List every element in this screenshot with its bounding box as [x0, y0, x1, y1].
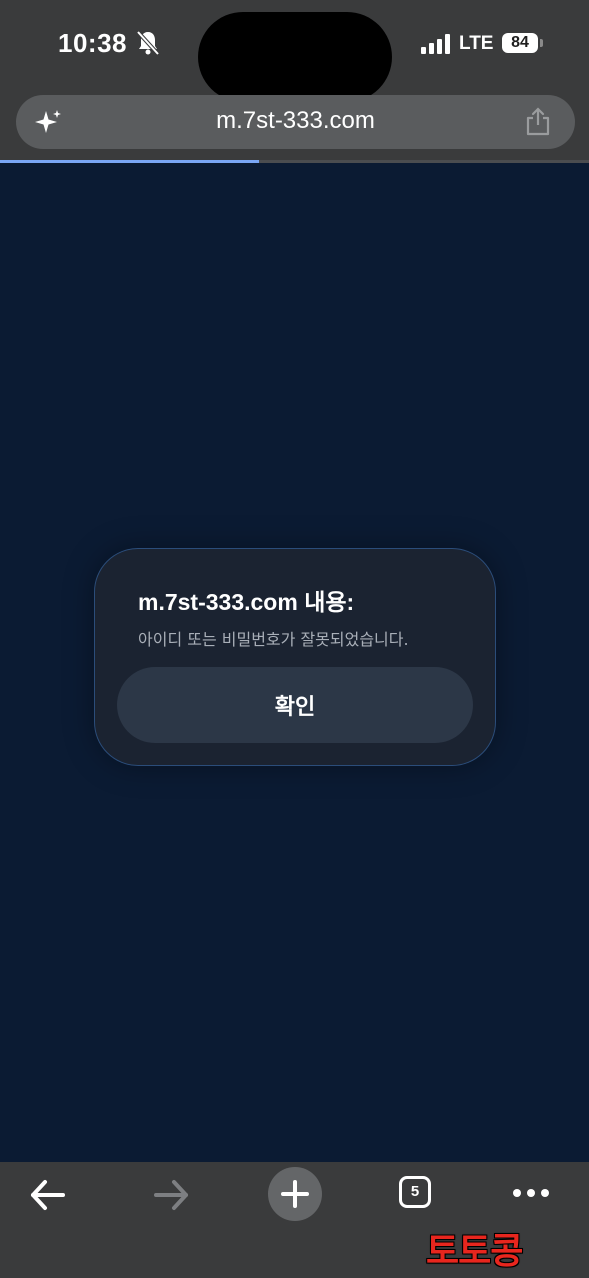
status-time: 10:38	[58, 28, 127, 58]
ok-button[interactable]: 확인	[117, 667, 473, 743]
tab-switcher-button[interactable]: 5	[399, 1176, 431, 1208]
battery-tip	[540, 39, 543, 47]
url-text[interactable]: m.7st-333.com	[16, 107, 575, 135]
dynamic-island	[198, 12, 392, 102]
battery-level: 84	[502, 33, 538, 53]
alert-dialog: m.7st-333.com 내용: 아이디 또는 비밀번호가 잘못되었습니다. …	[94, 548, 496, 766]
dialog-title: m.7st-333.com 내용:	[138, 589, 355, 615]
page-load-progress	[0, 160, 589, 163]
forward-arrow-icon[interactable]	[152, 1178, 190, 1212]
page-load-progress-fill	[0, 160, 260, 163]
share-icon[interactable]	[524, 107, 552, 137]
dialog-message: 아이디 또는 비밀번호가 잘못되었습니다.	[138, 630, 409, 649]
signal-bars-icon	[421, 34, 450, 54]
bell-slash-icon	[136, 30, 160, 56]
browser-top-chrome: 10:38 LTE 84 m.7st-333.com	[0, 0, 589, 160]
network-type: LTE	[459, 33, 494, 54]
more-dots-icon[interactable]	[512, 1188, 550, 1198]
status-bar: 10:38 LTE 84	[0, 0, 589, 102]
new-tab-button[interactable]	[268, 1167, 322, 1221]
back-arrow-icon[interactable]	[29, 1178, 67, 1212]
watermark-text: 토토콩	[426, 1231, 523, 1272]
address-bar[interactable]: m.7st-333.com	[16, 95, 575, 149]
plus-icon	[281, 1180, 309, 1208]
